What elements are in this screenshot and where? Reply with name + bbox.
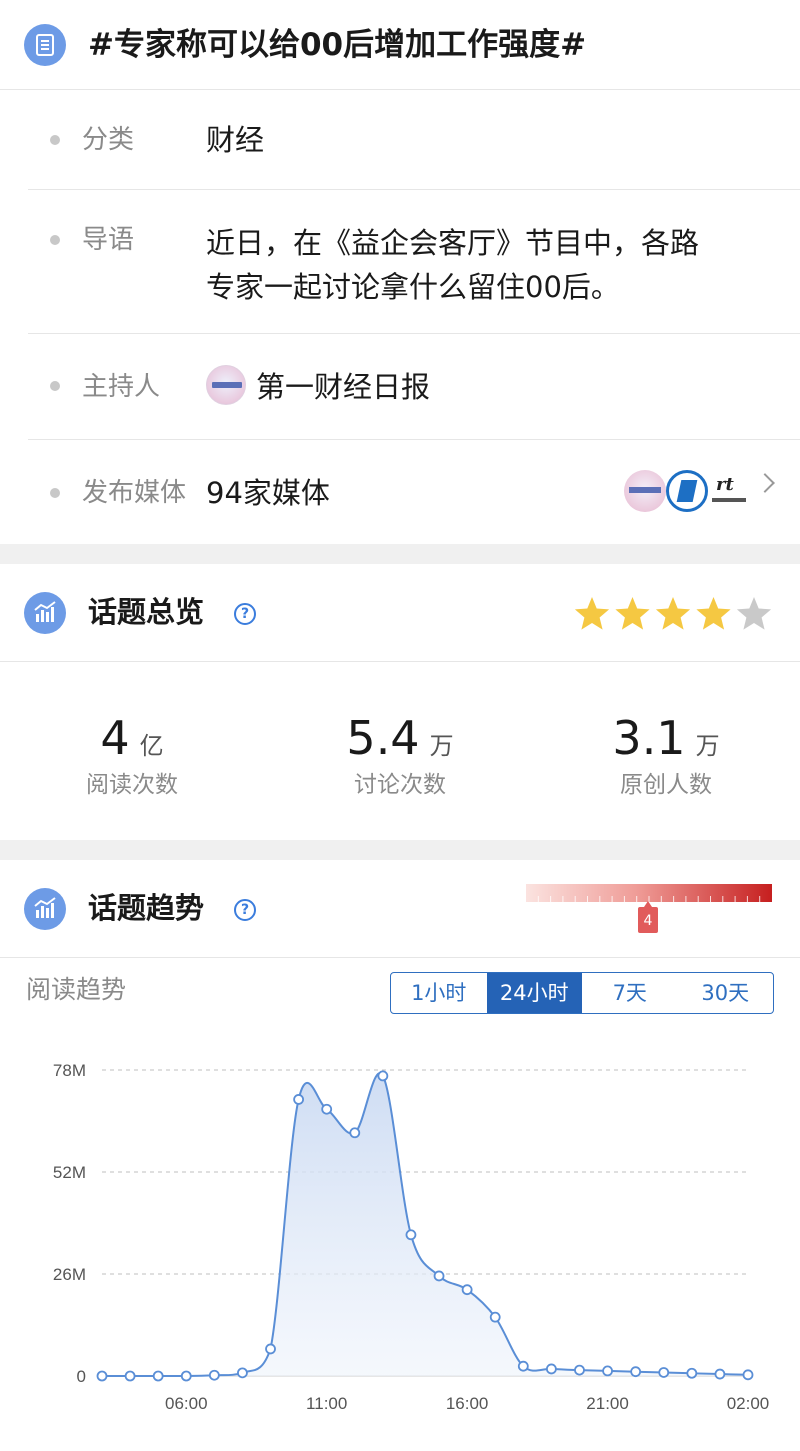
data-point[interactable]	[152, 1370, 164, 1382]
chevron-right-icon[interactable]	[755, 473, 775, 493]
data-point[interactable]	[630, 1366, 642, 1378]
tab-7-days[interactable]: 7天	[582, 973, 678, 1013]
reading-trend-chart: 0 26M 52M 78M 06:00 11:00 16:00 21:00 02:00	[53, 1061, 770, 1413]
data-point[interactable]	[433, 1270, 445, 1282]
x-tick-label: 06:00	[165, 1394, 208, 1413]
stat-unit: 万	[695, 732, 720, 760]
stat-label: 阅读次数	[86, 772, 178, 798]
data-point[interactable]	[602, 1365, 613, 1377]
data-point[interactable]	[96, 1370, 108, 1382]
media-logos[interactable]: rt	[624, 470, 752, 514]
category-row: 分类 财经	[28, 90, 800, 190]
bullet-dot	[50, 235, 60, 245]
section-divider	[0, 840, 800, 860]
data-point[interactable]	[405, 1229, 417, 1241]
stat-reads: 4亿 阅读次数	[32, 712, 232, 800]
stat-value: 5.4	[346, 711, 420, 765]
intro-row: 导语 近日，在《益企会客厅》节目中，各路 专家一起讨论拿什么留住00后。	[28, 190, 800, 334]
data-point[interactable]	[293, 1094, 305, 1105]
bullet-dot	[50, 381, 60, 391]
help-icon[interactable]: ?	[234, 899, 256, 921]
stat-unit: 亿	[139, 732, 164, 760]
rating-star-icon	[655, 597, 691, 630]
data-point[interactable]	[208, 1369, 220, 1381]
bullet-dot	[50, 135, 60, 145]
x-tick-label: 16:00	[446, 1394, 489, 1413]
tab-30-days[interactable]: 30天	[678, 973, 774, 1013]
media-logo-avatar	[624, 470, 666, 512]
data-point[interactable]	[180, 1370, 192, 1382]
host-name[interactable]: 第一财经日报	[256, 364, 430, 410]
rating-star-icon	[736, 597, 772, 630]
stat-label: 讨论次数	[354, 772, 446, 798]
data-point[interactable]	[742, 1369, 754, 1381]
media-label: 发布媒体	[82, 478, 187, 508]
series-area	[102, 1073, 748, 1376]
x-tick-label: 21:00	[586, 1394, 629, 1413]
data-point[interactable]	[124, 1370, 136, 1382]
stat-value: 4	[100, 711, 130, 765]
intro-label: 导语	[82, 225, 135, 255]
host-label: 主持人	[82, 372, 161, 402]
intro-line-2: 专家一起讨论拿什么留住00后。	[206, 270, 620, 304]
tab-1-hour[interactable]: 1小时	[391, 973, 487, 1013]
rating-stars	[574, 597, 772, 630]
tab-24-hours[interactable]: 24小时	[486, 973, 582, 1013]
bullet-dot	[50, 488, 60, 498]
list-icon	[24, 24, 66, 66]
data-point[interactable]	[686, 1367, 698, 1379]
data-point[interactable]	[321, 1103, 333, 1115]
y-tick-label: 78M	[53, 1061, 86, 1080]
host-avatar[interactable]	[206, 365, 246, 405]
overview-header: 话题总览 ?	[0, 564, 800, 662]
range-tabs[interactable]: 1小时 24小时 7天 30天	[390, 972, 774, 1014]
heat-marker: 4	[638, 901, 658, 933]
x-tick-label: 02:00	[727, 1394, 770, 1413]
data-point[interactable]	[517, 1360, 529, 1372]
data-point[interactable]	[377, 1070, 389, 1082]
rating-star-icon	[574, 597, 610, 630]
data-point[interactable]	[489, 1311, 501, 1323]
media-count: 94家媒体	[206, 476, 330, 510]
data-point[interactable]	[349, 1127, 361, 1139]
stat-label: 原创人数	[620, 772, 712, 798]
intro-line-1: 近日，在《益企会客厅》节目中，各路	[206, 226, 700, 260]
data-point[interactable]	[461, 1284, 473, 1296]
y-tick-label: 0	[77, 1367, 86, 1386]
stat-discussions: 5.4 万 讨论次数	[300, 712, 500, 800]
data-point[interactable]	[574, 1364, 585, 1376]
stat-originals: 3.1 万 原创人数	[566, 712, 766, 800]
y-tick-label: 26M	[53, 1265, 86, 1284]
y-tick-label: 52M	[53, 1163, 86, 1182]
data-point[interactable]	[545, 1363, 557, 1375]
x-tick-label: 11:00	[306, 1394, 347, 1413]
overview-title: 话题总览	[88, 595, 205, 629]
category-value: 财经	[206, 123, 265, 157]
data-point[interactable]	[658, 1367, 670, 1378]
chart-icon	[24, 592, 66, 634]
topic-title: #专家称可以给00后增加工作强度#	[88, 27, 587, 63]
data-point[interactable]	[714, 1368, 726, 1380]
category-label: 分类	[82, 125, 135, 155]
rating-star-icon	[615, 597, 650, 630]
section-divider	[0, 544, 800, 564]
topic-header: #专家称可以给00后增加工作强度#	[0, 0, 800, 90]
help-icon[interactable]: ?	[234, 603, 256, 625]
reading-trend-label: 阅读趋势	[26, 975, 127, 1004]
rating-star-icon	[696, 597, 731, 630]
data-point[interactable]	[237, 1367, 248, 1379]
media-logo-avatar: rt	[710, 470, 752, 512]
stat-value: 3.1	[612, 711, 686, 765]
data-point[interactable]	[265, 1343, 276, 1355]
chart-icon	[24, 888, 66, 930]
stat-unit: 万	[429, 732, 454, 760]
trend-title: 话题趋势	[88, 891, 205, 925]
trend-header: 话题趋势 ?	[0, 860, 800, 958]
media-row[interactable]: 发布媒体 94家媒体 rt	[28, 440, 800, 544]
media-logo-avatar	[666, 470, 708, 512]
host-row[interactable]: 主持人 第一财经日报	[28, 334, 800, 440]
